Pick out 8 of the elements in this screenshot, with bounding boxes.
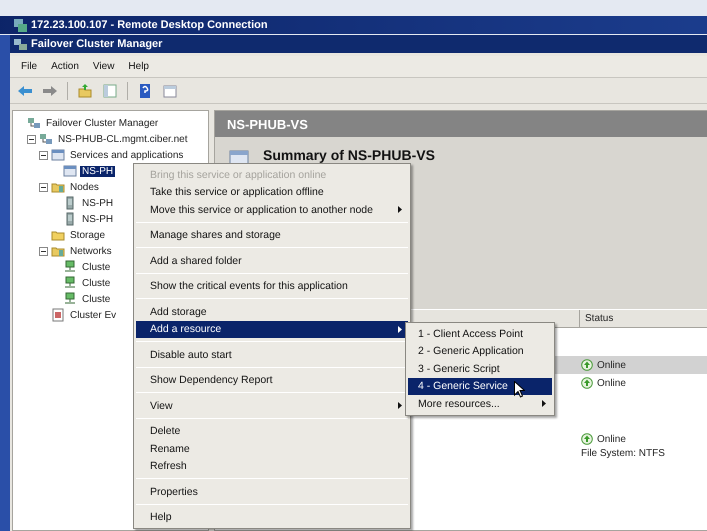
status-text: Online [597, 360, 626, 370]
window-title: Failover Cluster Manager [31, 38, 162, 50]
detail-text: File System: NTFS [581, 448, 666, 459]
summary-title: Summary of NS-PHUB-VS [263, 147, 435, 163]
status-text: Online [597, 378, 626, 388]
details-header: NS-PHUB-VS [215, 111, 707, 137]
window-title: 172.23.100.107 - Remote Desktop Connection [31, 19, 268, 31]
status-text: Online [597, 434, 626, 444]
